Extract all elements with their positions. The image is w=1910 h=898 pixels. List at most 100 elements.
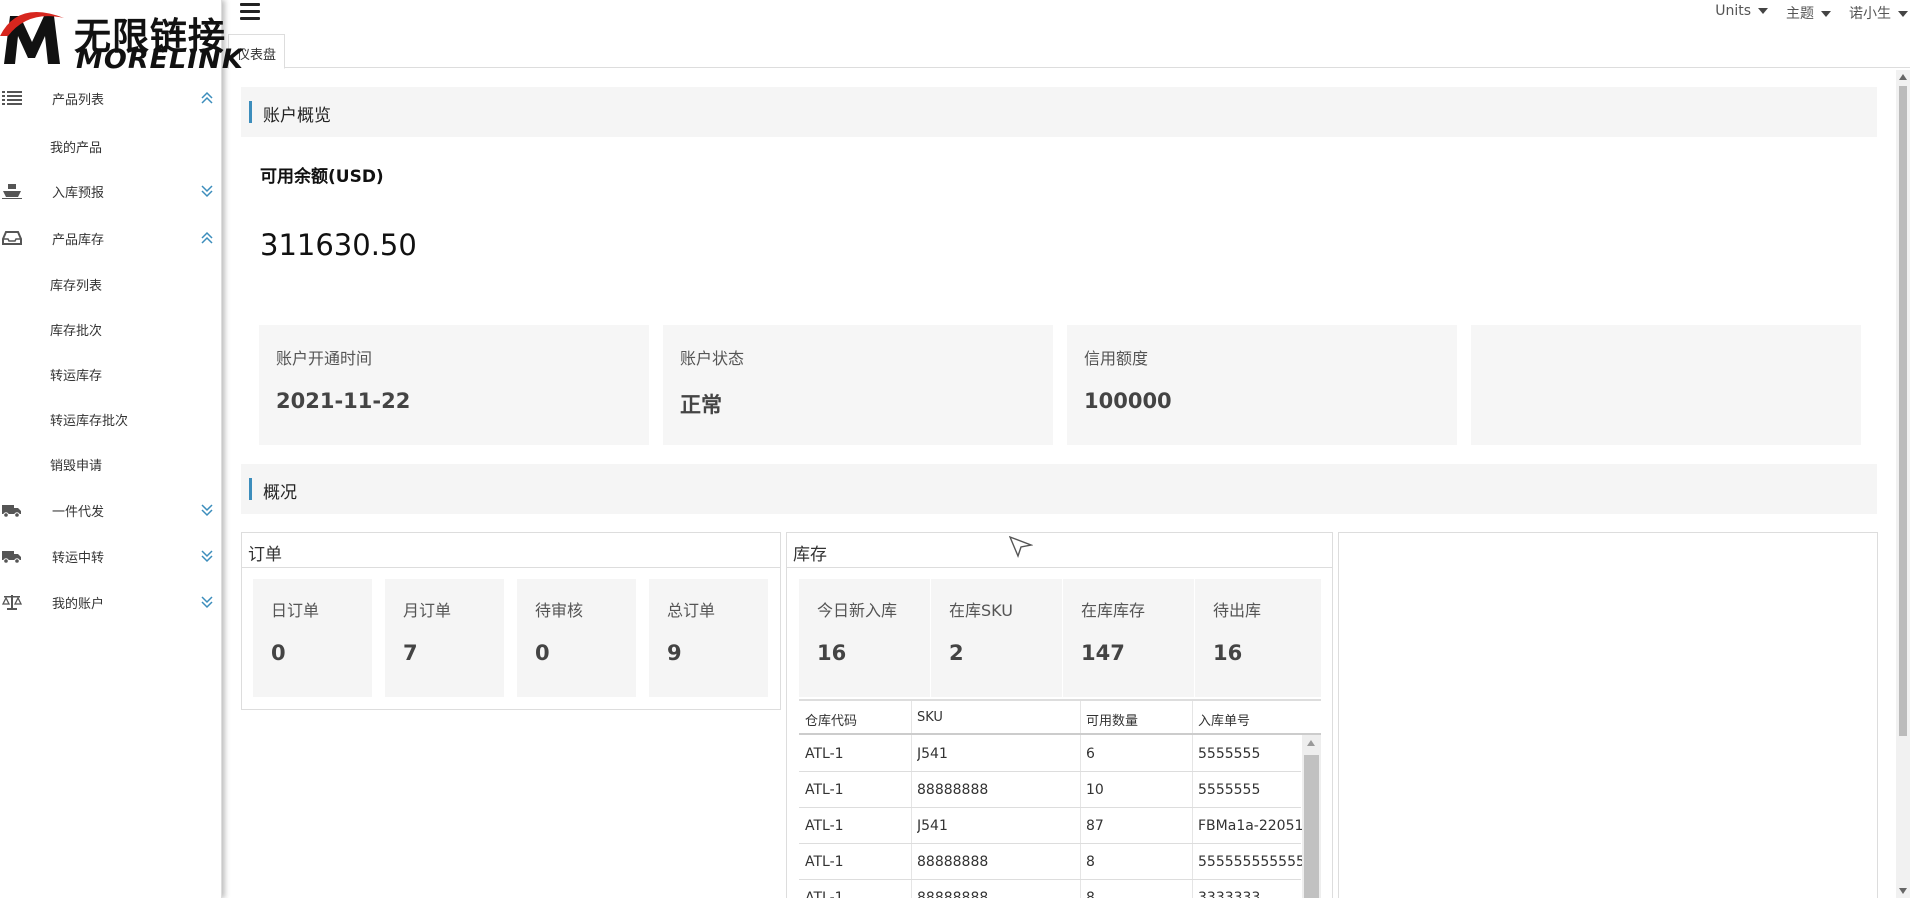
cell-warehouse-code: ATL-1 <box>805 746 844 762</box>
cell-sku: J541 <box>917 746 948 762</box>
account-overview-header: 账户概览 <box>241 87 1877 137</box>
balance-value: 311630.50 <box>260 228 417 262</box>
monthly-orders-stat: 月订单 7 <box>385 579 504 697</box>
card-label: 账户开通时间 <box>276 349 373 368</box>
scrollbar-thumb[interactable] <box>1304 755 1319 898</box>
pending-outbound-stat: 待出库 16 <box>1195 579 1321 697</box>
account-status-card: 账户状态 正常 <box>663 325 1053 445</box>
double-chevron-down-icon <box>201 504 213 517</box>
table-row[interactable]: ATL-1 88888888 8 555555555555 <box>799 844 1302 880</box>
user-label: 诺小生 <box>1849 6 1891 22</box>
stat-value: 7 <box>403 641 418 665</box>
sidebar-item-transfer-inventory-batch[interactable]: 转运库存批次 <box>50 410 128 429</box>
stat-value: 2 <box>949 641 964 665</box>
column-header-available-qty[interactable]: 可用数量 <box>1086 710 1138 729</box>
user-dropdown[interactable]: 诺小生 <box>1849 3 1908 23</box>
stat-label: 日订单 <box>271 601 320 620</box>
sidebar-item-inventory-batch[interactable]: 库存批次 <box>50 320 102 339</box>
sidebar-group-my-account[interactable]: 我的账户 <box>0 584 222 620</box>
sidebar-item-transfer-inventory[interactable]: 转运库存 <box>50 365 102 384</box>
daily-orders-stat: 日订单 0 <box>253 579 372 697</box>
cell-sku: 88888888 <box>917 890 989 898</box>
sidebar-group-label: 产品库存 <box>52 233 105 248</box>
stat-label: 待出库 <box>1213 601 1262 620</box>
cell-available-qty: 8 <box>1086 854 1095 870</box>
double-chevron-up-icon <box>201 91 213 104</box>
page-scrollbar[interactable] <box>1896 70 1910 898</box>
hamburger-menu-icon[interactable] <box>240 3 260 21</box>
top-right-menu: Units 主题 诺小生 <box>1715 3 1910 23</box>
table-row[interactable]: ATL-1 88888888 10 5555555 <box>799 772 1301 808</box>
cell-inbound-number: 5555555 <box>1198 746 1261 762</box>
sidebar-item-my-products[interactable]: 我的产品 <box>50 137 102 156</box>
list-icon <box>2 91 22 105</box>
sidebar-group-label: 入库预报 <box>52 186 105 201</box>
table-row[interactable]: ATL-1 J541 87 FBMa1a-220518 <box>799 808 1302 844</box>
double-chevron-up-icon <box>201 231 213 244</box>
table-row[interactable]: ATL-1 J541 6 5555555 <box>799 736 1301 772</box>
cell-available-qty: 87 <box>1086 818 1104 834</box>
sidebar-group-product-list[interactable]: 产品列表 <box>0 80 222 116</box>
logo[interactable]: 无限链接 MORELINK <box>0 0 243 75</box>
total-orders-stat: 总订单 9 <box>649 579 768 697</box>
column-header-warehouse-code[interactable]: 仓库代码 <box>805 710 857 729</box>
table-header: 仓库代码 SKU 可用数量 入库单号 <box>799 699 1321 735</box>
stat-value: 16 <box>817 641 847 665</box>
sidebar: 无限链接 MORELINK 产品列表 我的产品 入库预报 产品库存 库存列表 库… <box>0 0 243 898</box>
sidebar-group-product-inventory[interactable]: 产品库存 <box>0 220 222 256</box>
cell-available-qty: 6 <box>1086 746 1095 762</box>
panel-header: 订单 <box>242 533 780 568</box>
theme-dropdown[interactable]: 主题 <box>1786 3 1831 23</box>
cell-sku: J541 <box>917 818 948 834</box>
stat-label: 在库库存 <box>1081 601 1146 620</box>
sidebar-group-label: 产品列表 <box>52 93 105 108</box>
stat-value: 0 <box>271 641 286 665</box>
stat-label: 在库SKU <box>949 601 1013 620</box>
sidebar-group-dropshipping[interactable]: 一件代发 <box>0 492 222 528</box>
sidebar-group-inbound-forecast[interactable]: 入库预报 <box>0 173 222 209</box>
table-scrollbar[interactable] <box>1302 735 1321 898</box>
mouse-cursor-icon <box>1009 536 1033 558</box>
caret-down-icon <box>1758 8 1768 14</box>
scroll-up-arrow-icon[interactable] <box>1307 740 1315 746</box>
cell-inbound-number: 3333333 <box>1198 890 1261 898</box>
ship-icon <box>2 184 22 199</box>
scroll-down-arrow-icon[interactable] <box>1899 888 1907 894</box>
units-dropdown[interactable]: Units <box>1715 3 1768 23</box>
stat-value: 16 <box>1213 641 1243 665</box>
empty-card <box>1471 325 1861 445</box>
theme-label: 主题 <box>1786 6 1814 22</box>
scrollbar-thumb[interactable] <box>1899 86 1907 736</box>
truck-icon <box>2 505 21 518</box>
sidebar-group-label: 转运中转 <box>52 551 105 566</box>
credit-limit-card: 信用额度 100000 <box>1067 325 1457 445</box>
column-header-sku[interactable]: SKU <box>917 710 943 725</box>
card-value: 正常 <box>680 393 722 417</box>
cell-warehouse-code: ATL-1 <box>805 854 844 870</box>
sidebar-item-destroy-request[interactable]: 销毁申请 <box>50 455 102 474</box>
table-row[interactable]: ATL-1 88888888 8 3333333 <box>799 880 1301 898</box>
card-label: 信用额度 <box>1084 349 1149 368</box>
inventory-table: 仓库代码 SKU 可用数量 入库单号 ATL-1 J541 6 5555555 … <box>799 699 1321 898</box>
morelink-logo-mark <box>0 12 64 64</box>
sidebar-group-transshipment[interactable]: 转运中转 <box>0 538 222 574</box>
top-bar: Units 主题 诺小生 仪表盘 <box>224 0 1910 69</box>
double-chevron-down-icon <box>201 185 213 198</box>
caret-down-icon <box>1898 11 1908 17</box>
stat-label: 待审核 <box>535 601 584 620</box>
column-header-inbound-number[interactable]: 入库单号 <box>1198 710 1250 729</box>
card-value: 2021-11-22 <box>276 389 411 413</box>
stat-label: 今日新入库 <box>817 601 898 620</box>
overview-header: 概况 <box>241 464 1877 514</box>
section-title: 账户概览 <box>263 106 331 126</box>
cell-warehouse-code: ATL-1 <box>805 890 844 898</box>
today-inbound-stat: 今日新入库 16 <box>799 579 930 697</box>
stat-value: 147 <box>1081 641 1125 665</box>
accent-bar <box>249 478 252 500</box>
in-stock-sku-stat: 在库SKU 2 <box>931 579 1062 697</box>
scroll-up-arrow-icon[interactable] <box>1899 74 1907 80</box>
stat-label: 总订单 <box>667 601 716 620</box>
sidebar-item-inventory-list[interactable]: 库存列表 <box>50 275 102 294</box>
pending-review-stat: 待审核 0 <box>517 579 636 697</box>
cell-inbound-number: FBMa1a-220518 <box>1198 818 1302 834</box>
